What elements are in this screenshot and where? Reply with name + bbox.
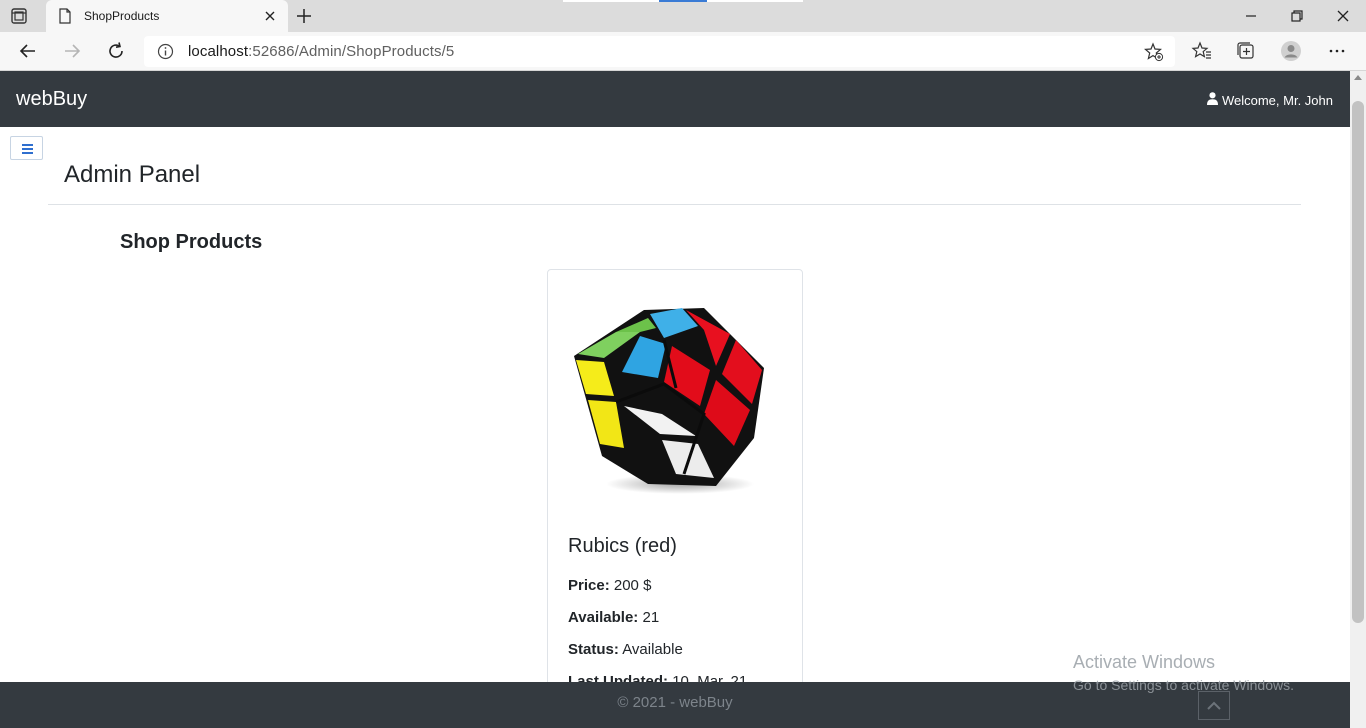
page-scrollbar[interactable] [1350,71,1366,728]
refresh-icon[interactable] [105,40,127,62]
page-title: Admin Panel [64,161,201,188]
info-icon[interactable] [157,43,174,65]
browser-tab-strip: ShopProducts [0,0,1366,32]
welcome-link[interactable]: Welcome, Mr. John [1206,92,1333,108]
price-value: 200 $ [613,577,652,594]
brand-link[interactable]: webBuy [16,88,87,111]
close-tab-icon[interactable] [262,8,278,24]
new-tab-button[interactable] [294,6,314,26]
page-icon [58,8,72,29]
star-plus-icon[interactable] [1144,42,1164,67]
product-card[interactable]: Rubics (red) Price: 200 $ Available: 21 … [547,269,803,728]
product-name: Rubics (red) [568,535,677,557]
url-host: localhost [188,43,249,60]
window-drag-strip [707,0,803,2]
product-status: Status: Available [568,641,683,658]
back-to-top-button[interactable] [1198,691,1230,720]
forward-arrow-icon[interactable] [61,40,83,62]
profile-icon[interactable] [1280,40,1302,62]
user-icon [1206,92,1218,108]
section-title: Shop Products [120,231,263,253]
url-path: :52686/Admin/ShopProducts/5 [248,43,455,60]
scrollbar-thumb[interactable] [1352,101,1364,623]
window-drag-strip-accent [659,0,707,2]
footer-copyright: © 2021 - webBuy [617,694,733,711]
page-footer: © 2021 - webBuy [0,682,1350,728]
browser-tab[interactable]: ShopProducts [46,0,288,32]
hamburger-icon-line [22,148,33,150]
scroll-up-arrow-icon[interactable] [1354,75,1362,80]
url-text: localhost:52686/Admin/ShopProducts/5 [188,43,454,60]
available-label: Available: [568,609,639,626]
sidebar-toggle-button[interactable] [10,136,43,160]
back-arrow-icon[interactable] [17,40,39,62]
available-value: 21 [642,609,660,626]
product-price: Price: 200 $ [568,577,651,594]
title-divider [48,204,1301,205]
chevron-up-icon [1207,701,1221,710]
collections-icon[interactable] [1235,40,1257,62]
rubiks-cube-image[interactable] [564,288,772,502]
tab-actions-icon[interactable] [10,7,28,25]
top-navbar: webBuy Welcome, Mr. John [0,71,1350,127]
restore-button[interactable] [1285,4,1309,28]
hamburger-icon-line [22,152,33,154]
close-window-button[interactable] [1331,4,1355,28]
price-label: Price: [568,577,610,594]
hamburger-icon-line [22,144,33,146]
minimize-button[interactable] [1239,4,1263,28]
welcome-text: Welcome, Mr. John [1221,92,1333,108]
window-drag-strip [563,0,659,2]
more-icon[interactable] [1326,40,1348,62]
status-label: Status: [568,641,619,658]
tab-title: ShopProducts [84,9,160,23]
favorites-icon[interactable] [1191,40,1213,62]
page-viewport: webBuy Welcome, Mr. John Admin Panel Sho… [0,71,1350,728]
status-value: Available [622,641,683,658]
address-bar[interactable]: localhost:52686/Admin/ShopProducts/5 [144,36,1175,67]
product-available: Available: 21 [568,609,659,626]
browser-toolbar: localhost:52686/Admin/ShopProducts/5 [0,32,1366,71]
